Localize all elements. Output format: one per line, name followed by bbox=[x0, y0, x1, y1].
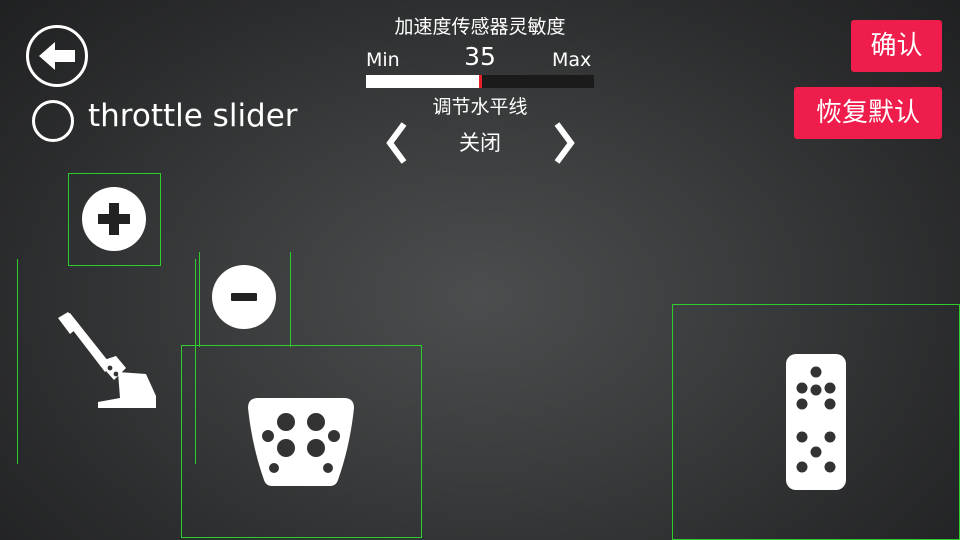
plus-icon bbox=[98, 203, 130, 235]
slider-fill bbox=[366, 75, 480, 88]
brake-pedal-icon bbox=[246, 396, 356, 488]
minus-frame-line bbox=[199, 252, 200, 347]
level-value: 关闭 bbox=[459, 131, 501, 155]
confirm-button[interactable]: 确认 bbox=[851, 20, 942, 72]
throttle-slider-label: throttle slider bbox=[88, 98, 298, 134]
plus-button[interactable] bbox=[82, 187, 146, 251]
handbrake-lever-icon[interactable] bbox=[50, 310, 160, 410]
reset-default-button[interactable]: 恢复默认 bbox=[794, 87, 942, 139]
minus-icon bbox=[231, 293, 257, 301]
handbrake-frame-line bbox=[17, 259, 18, 464]
slider-handle[interactable] bbox=[479, 75, 482, 88]
sensitivity-slider[interactable] bbox=[366, 75, 594, 88]
back-button[interactable] bbox=[26, 25, 88, 87]
level-title: 调节水平线 bbox=[432, 96, 528, 118]
chevron-left-icon[interactable] bbox=[380, 120, 414, 166]
back-arrow-icon bbox=[39, 42, 75, 70]
slider-min-label: Min bbox=[366, 49, 400, 71]
sensitivity-title: 加速度传感器灵敏度 bbox=[394, 16, 566, 38]
chevron-right-icon[interactable] bbox=[547, 120, 581, 166]
minus-frame-line bbox=[290, 252, 291, 347]
slider-max-label: Max bbox=[552, 49, 592, 71]
sensitivity-value: 35 bbox=[464, 42, 496, 71]
minus-button[interactable] bbox=[212, 265, 276, 329]
throttle-slider-radio[interactable] bbox=[32, 100, 74, 142]
gas-pedal-icon bbox=[786, 354, 846, 490]
